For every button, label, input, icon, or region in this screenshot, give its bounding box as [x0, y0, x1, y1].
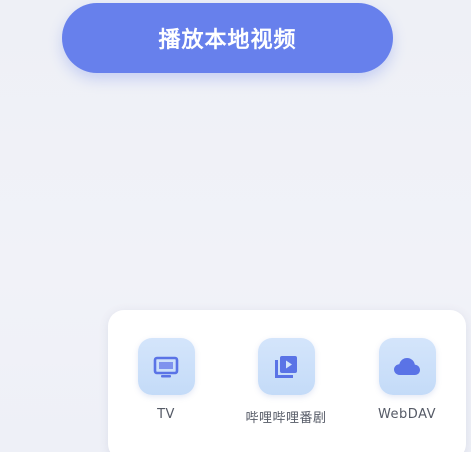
tv-icon — [137, 338, 195, 395]
play-local-video-button[interactable]: 播放本地视频 — [62, 3, 393, 73]
video-library-icon — [257, 338, 315, 395]
source-item-tv[interactable]: TV — [116, 338, 216, 422]
source-label-tv: TV — [157, 407, 175, 422]
source-label-bilibili: 哔哩哔哩番剧 — [245, 411, 327, 426]
source-label-webdav: WebDAV — [377, 407, 437, 422]
cloud-icon — [378, 338, 436, 395]
source-item-bilibili[interactable]: 哔哩哔哩番剧 — [236, 338, 336, 426]
source-item-webdav[interactable]: WebDAV — [357, 338, 457, 422]
media-source-panel: TV 哔哩哔哩番剧 WebDAV — [108, 310, 466, 452]
